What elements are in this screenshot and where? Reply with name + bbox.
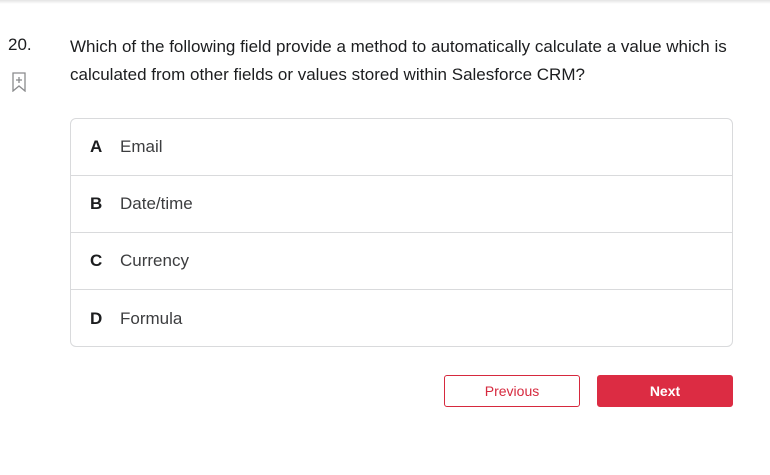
option-a[interactable]: A Email: [71, 119, 732, 176]
option-text: Date/time: [120, 194, 193, 213]
answer-options: A Email B Date/time C Currency D Formula: [70, 118, 733, 347]
question-number: 20.: [8, 35, 32, 54]
option-c[interactable]: C Currency: [71, 233, 732, 290]
top-divider: [0, 0, 770, 4]
option-text: Currency: [120, 251, 189, 270]
option-text: Email: [120, 137, 163, 156]
option-letter: C: [90, 251, 103, 270]
bookmark-add-icon[interactable]: [12, 72, 26, 92]
option-letter: D: [90, 308, 103, 328]
next-button[interactable]: Next: [597, 375, 733, 407]
option-letter: A: [90, 137, 103, 156]
previous-button[interactable]: Previous: [444, 375, 580, 407]
option-d[interactable]: D Formula: [71, 290, 732, 346]
option-b[interactable]: B Date/time: [71, 176, 732, 233]
option-letter: B: [90, 194, 103, 213]
option-text: Formula: [120, 308, 183, 328]
question-text: Which of the following field provide a m…: [70, 37, 727, 84]
